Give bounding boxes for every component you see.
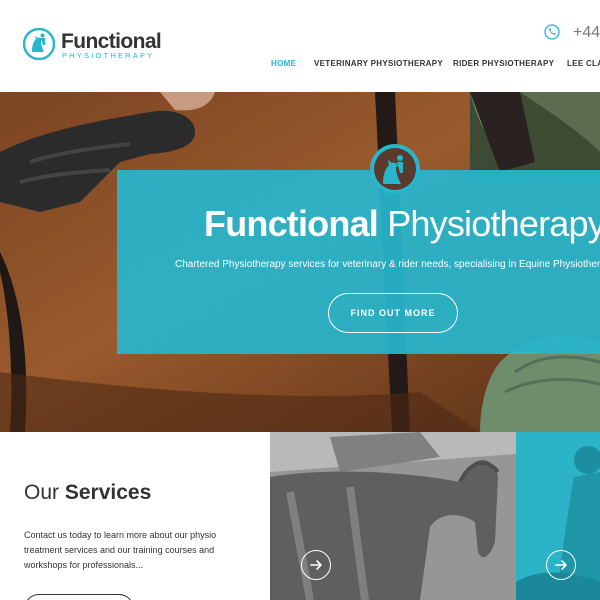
site-header: Functional PHYSIOTHERAPY +44 HOME VETERI… [0,0,600,92]
logo-tagline: PHYSIOTHERAPY [62,51,155,60]
services-button[interactable] [24,594,134,600]
services-description: Contact us today to learn more about our… [24,530,217,570]
hero-title-bold: Functional [204,203,379,244]
nav-item-veterinary-physiotherapy[interactable]: VETERINARY PHYSIOTHERAPY [314,58,443,70]
horse-rider-logo-icon [23,28,55,60]
services-heading: Our Services [24,480,151,506]
nav-item-home[interactable]: HOME [271,58,296,70]
site-logo[interactable]: Functional PHYSIOTHERAPY [23,28,163,64]
service-card-horse[interactable] [270,432,516,600]
hero-title: Functional Physiotherapy [204,202,600,246]
card-arrow-button[interactable] [301,550,331,580]
services-heading-light: Our [24,481,60,504]
logo-wordmark: Functional [61,30,162,53]
arrow-right-icon [310,560,322,570]
nav-item-rider-physiotherapy[interactable]: RIDER PHYSIOTHERAPY [453,58,554,70]
phone-icon [544,24,560,40]
hero-subtitle: Chartered Physiotherapy services for vet… [175,259,600,270]
nav-item-lee-cla[interactable]: LEE CLA [567,58,600,70]
horse-rider-badge-icon [370,144,420,194]
hero-content-panel: Functional Physiotherapy Chartered Physi… [117,170,600,354]
service-card-rider[interactable] [516,432,600,600]
services-heading-bold: Services [64,481,152,504]
services-section: Our Services Contact us today to learn m… [0,432,270,600]
arrow-right-icon [555,560,567,570]
hero-banner: Functional Physiotherapy Chartered Physi… [0,92,600,432]
card-arrow-button[interactable] [546,550,576,580]
hero-title-light: Physiotherapy [387,203,600,244]
find-out-more-button[interactable]: FIND OUT MORE [328,293,458,333]
phone-number: +44 [573,24,600,41]
